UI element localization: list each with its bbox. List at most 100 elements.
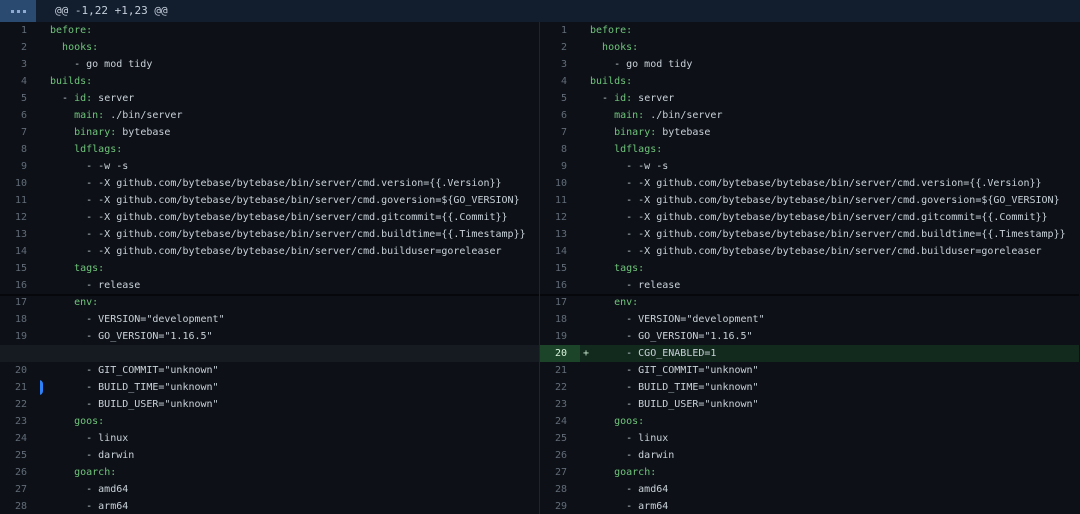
diff-line: 12 - -X github.com/bytebase/bytebase/bin… <box>0 209 539 226</box>
line-number[interactable]: 12 <box>540 209 580 226</box>
line-number[interactable]: 17 <box>540 294 580 311</box>
code-line: - -X github.com/bytebase/bytebase/bin/se… <box>580 226 1079 243</box>
line-number[interactable]: 4 <box>0 73 40 90</box>
line-number[interactable]: 24 <box>540 413 580 430</box>
line-number[interactable]: 9 <box>540 158 580 175</box>
line-number[interactable]: 5 <box>0 90 40 107</box>
code-line: - release <box>580 277 1079 294</box>
line-number[interactable]: 25 <box>540 430 580 447</box>
add-comment-button[interactable]: + <box>40 380 43 395</box>
line-number[interactable]: 3 <box>0 56 40 73</box>
line-number[interactable]: 7 <box>0 124 40 141</box>
line-number[interactable]: 16 <box>0 277 40 294</box>
diff-line: 22 - BUILD_USER="unknown" <box>0 396 539 413</box>
line-number[interactable]: 16 <box>540 277 580 294</box>
line-number[interactable]: 24 <box>0 430 40 447</box>
ellipsis-icon <box>17 10 20 13</box>
yaml-key: hooks: <box>602 42 638 53</box>
expand-diff-button[interactable] <box>0 0 36 22</box>
line-number[interactable]: 23 <box>0 413 40 430</box>
line-number[interactable]: 19 <box>540 328 580 345</box>
line-number[interactable]: 10 <box>540 175 580 192</box>
line-number[interactable]: 11 <box>0 192 40 209</box>
diff-line: 19 - GO_VERSION="1.16.5" <box>0 328 539 345</box>
line-number[interactable]: 6 <box>540 107 580 124</box>
code-line: goos: <box>40 413 539 430</box>
line-number[interactable]: 14 <box>0 243 40 260</box>
diff-line: 24 - linux <box>0 430 539 447</box>
line-number[interactable]: 26 <box>540 447 580 464</box>
diff-line: 7 binary: bytebase <box>540 124 1079 141</box>
line-number[interactable]: 14 <box>540 243 580 260</box>
line-number[interactable]: 8 <box>0 141 40 158</box>
old-file-pane: 1before:2 hooks:3 - go mod tidy4builds:5… <box>0 22 539 514</box>
line-number[interactable]: 2 <box>0 39 40 56</box>
line-number[interactable]: 21 <box>0 379 40 396</box>
diff-line: 24 goos: <box>540 413 1079 430</box>
line-number[interactable]: 27 <box>0 481 40 498</box>
code-line: hooks: <box>580 39 1079 56</box>
line-number[interactable]: 19 <box>0 328 40 345</box>
line-number[interactable]: 20 <box>540 345 580 362</box>
hunk-range-label: @@ -1,22 +1,23 @@ <box>36 0 168 22</box>
code-line: - darwin <box>40 447 539 464</box>
code-line: - GO_VERSION="1.16.5" <box>580 328 1079 345</box>
line-number[interactable]: 18 <box>0 311 40 328</box>
yaml-key: id: <box>74 93 92 104</box>
diff-line: 14 - -X github.com/bytebase/bytebase/bin… <box>540 243 1079 260</box>
line-number[interactable]: 7 <box>540 124 580 141</box>
line-number[interactable]: 29 <box>540 498 580 514</box>
line-number[interactable]: 2 <box>540 39 580 56</box>
diff-line: 4builds: <box>540 73 1079 90</box>
code-line: - -X github.com/bytebase/bytebase/bin/se… <box>40 226 539 243</box>
line-number[interactable]: 15 <box>0 260 40 277</box>
line-number[interactable]: 28 <box>0 498 40 514</box>
code-line: - VERSION="development" <box>580 311 1079 328</box>
line-number[interactable]: 18 <box>540 311 580 328</box>
line-number[interactable]: 8 <box>540 141 580 158</box>
code-line: goos: <box>580 413 1079 430</box>
line-number[interactable]: 4 <box>540 73 580 90</box>
line-number[interactable]: 1 <box>540 22 580 39</box>
line-number[interactable]: 17 <box>0 294 40 311</box>
line-number[interactable]: 3 <box>540 56 580 73</box>
line-number[interactable]: 28 <box>540 481 580 498</box>
line-number[interactable]: 11 <box>540 192 580 209</box>
yaml-key: goarch: <box>614 467 656 478</box>
code-line: - amd64 <box>580 481 1079 498</box>
diff-line: 10 - -X github.com/bytebase/bytebase/bin… <box>540 175 1079 192</box>
line-number[interactable]: 1 <box>0 22 40 39</box>
line-number[interactable]: 27 <box>540 464 580 481</box>
line-number[interactable]: 23 <box>540 396 580 413</box>
code-line: tags: <box>40 260 539 277</box>
code-line: - -X github.com/bytebase/bytebase/bin/se… <box>580 209 1079 226</box>
yaml-key: hooks: <box>62 42 98 53</box>
line-number[interactable]: 5 <box>540 90 580 107</box>
line-number[interactable]: 26 <box>0 464 40 481</box>
diff-line: 23 - BUILD_USER="unknown" <box>540 396 1079 413</box>
code-line: ldflags: <box>580 141 1079 158</box>
yaml-key: id: <box>614 93 632 104</box>
code-line: - BUILD_TIME="unknown" <box>580 379 1079 396</box>
line-number[interactable]: 21 <box>540 362 580 379</box>
diff-line: 21+ - BUILD_TIME="unknown" <box>0 379 539 396</box>
line-number[interactable]: 9 <box>0 158 40 175</box>
code-line: - BUILD_USER="unknown" <box>40 396 539 413</box>
line-number[interactable]: 15 <box>540 260 580 277</box>
code-line: before: <box>580 22 1079 39</box>
line-number[interactable]: 13 <box>0 226 40 243</box>
line-number[interactable]: 22 <box>0 396 40 413</box>
code-line: - release <box>40 277 539 294</box>
line-number[interactable]: 10 <box>0 175 40 192</box>
code-line: - -X github.com/bytebase/bytebase/bin/se… <box>40 243 539 260</box>
line-number[interactable]: 13 <box>540 226 580 243</box>
code-line: - -w -s <box>580 158 1079 175</box>
yaml-key: builds: <box>50 76 92 87</box>
line-number[interactable]: 6 <box>0 107 40 124</box>
line-number[interactable]: 20 <box>0 362 40 379</box>
line-number[interactable]: 25 <box>0 447 40 464</box>
hunk-header: @@ -1,22 +1,23 @@ <box>0 0 1080 22</box>
yaml-key: tags: <box>614 263 644 274</box>
line-number[interactable]: 22 <box>540 379 580 396</box>
line-number[interactable]: 12 <box>0 209 40 226</box>
